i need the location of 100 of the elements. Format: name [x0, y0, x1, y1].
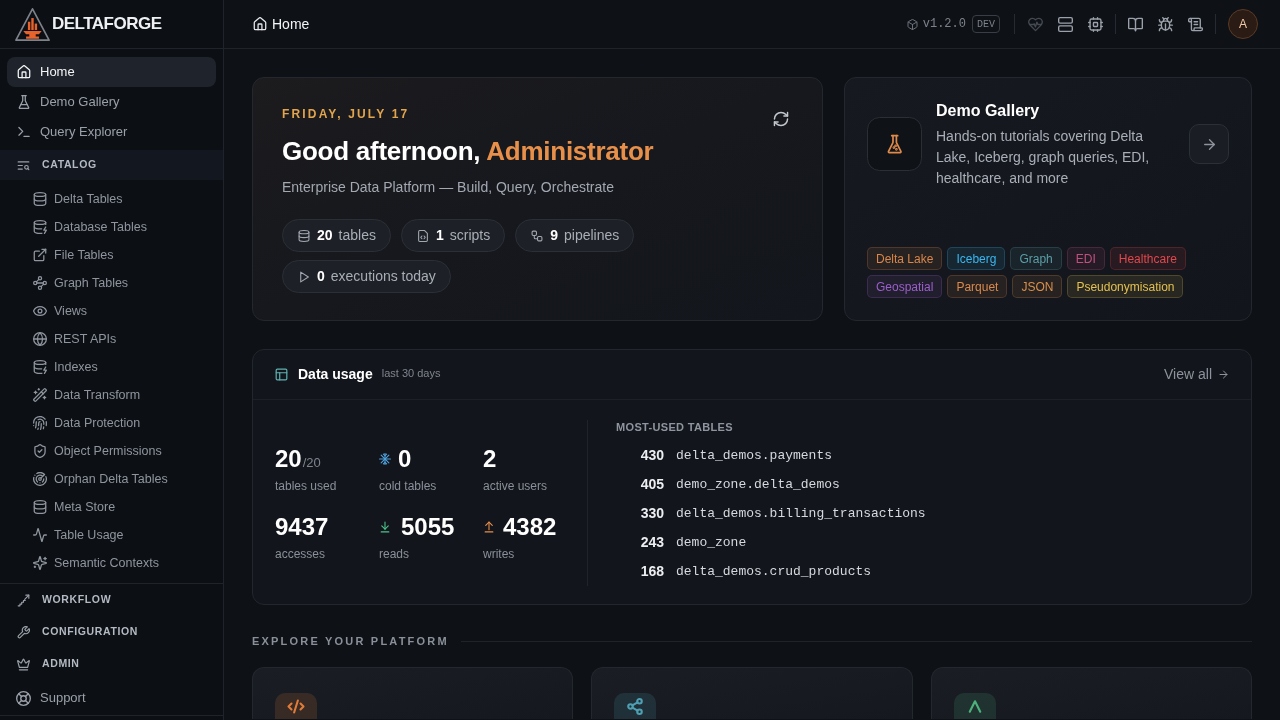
- table-name: delta_demos.payments: [676, 446, 833, 465]
- topic-tag: Graph: [1010, 247, 1062, 270]
- nav-item[interactable]: Orphan Delta Tables: [7, 465, 216, 493]
- topic-tag: Geospatial: [867, 275, 943, 298]
- brand-name: DELTAFORGE: [52, 14, 162, 34]
- home-icon: [17, 65, 31, 79]
- metric-value: 20: [275, 444, 302, 473]
- database-bolt-icon: [33, 220, 47, 234]
- topic-tag: Parquet: [947, 275, 1008, 298]
- stat-label: tables: [338, 226, 376, 245]
- card-title: Demo Gallery: [936, 101, 1041, 121]
- nav-section-header[interactable]: CATALOG: [0, 150, 223, 180]
- arrow-right-icon: [1218, 369, 1229, 380]
- stat-value: 0: [317, 267, 325, 286]
- radar-icon: [33, 472, 47, 486]
- metric-value: 9437: [275, 512, 329, 541]
- share-icon: [614, 693, 657, 719]
- nav-item[interactable]: File Tables: [7, 241, 216, 269]
- nav-item[interactable]: Table Usage: [7, 521, 216, 549]
- cpu-chip-icon: [1087, 16, 1103, 32]
- nav-item[interactable]: Indexes: [7, 353, 216, 381]
- metric-label: tables used: [275, 477, 338, 494]
- metric-value: 5055: [401, 512, 455, 541]
- flask-icon: [17, 95, 31, 109]
- nav-section-header[interactable]: WORKFLOW: [0, 584, 223, 616]
- greeting-heading: Good afternoon, Administrator: [282, 135, 655, 168]
- database-bolt-icon: [33, 360, 47, 374]
- topic-tag: Iceberg: [947, 247, 1006, 270]
- nav-item[interactable]: Semantic Contexts: [7, 549, 216, 577]
- code-file-icon: [416, 229, 429, 242]
- nav-item[interactable]: Meta Store: [7, 493, 216, 521]
- metric-value: 4382: [503, 512, 557, 541]
- stat-value: 9: [550, 226, 558, 245]
- nav-item[interactable]: Database Tables: [7, 213, 216, 241]
- table-name: delta_demos.billing_transactions: [676, 504, 926, 523]
- anvil-logo-icon: [14, 6, 51, 42]
- globe-icon: [33, 332, 47, 346]
- nav-item[interactable]: Views: [7, 297, 216, 325]
- nav-item[interactable]: Object Permissions: [7, 437, 216, 465]
- usage-count: 330: [639, 504, 664, 523]
- card-description: Hands-on tutorials covering Delta Lake, Iceberg, graph queries, EDI, healthcare, and more: [936, 127, 1151, 188]
- home-icon: [253, 17, 267, 31]
- section-heading: EXPLORE YOUR PLATFORM: [252, 634, 449, 648]
- topic-tag: EDI: [1066, 247, 1105, 270]
- snowflake-icon: [379, 452, 391, 465]
- flask-icon: [867, 117, 922, 171]
- bug-icon: [1157, 16, 1173, 32]
- fingerprint-icon: [33, 416, 47, 430]
- eye-icon: [33, 304, 47, 318]
- nav-item[interactable]: Data Transform: [7, 381, 216, 409]
- open-book-icon: [1127, 16, 1143, 32]
- code-icon: [275, 693, 317, 719]
- list-search-icon: [17, 158, 30, 172]
- lifebuoy-icon: [16, 690, 31, 706]
- list-heading: MOST-USED TABLES: [616, 420, 734, 434]
- terminal-prompt-icon: [17, 125, 31, 139]
- topic-tag: Delta Lake: [867, 247, 943, 270]
- panel-layout-icon: [275, 368, 288, 381]
- usage-count: 168: [639, 562, 664, 581]
- breadcrumb-current: Home: [272, 14, 310, 34]
- database-icon: [33, 192, 47, 206]
- nav-item[interactable]: Home: [7, 57, 216, 87]
- usage-count: 243: [639, 533, 664, 552]
- section-title: Data usage: [298, 365, 373, 384]
- user-avatar[interactable]: A: [1228, 9, 1258, 39]
- arrow-up-icon: [483, 520, 495, 533]
- topic-tag: JSON: [1012, 275, 1063, 298]
- nav-item[interactable]: Delta Tables: [7, 185, 216, 213]
- nav-section-header[interactable]: CONFIGURATION: [0, 616, 223, 648]
- topic-tag: Pseudonymisation: [1067, 275, 1184, 298]
- play-icon: [298, 270, 310, 283]
- table-name: demo_zone.delta_demos: [676, 475, 840, 494]
- view-all-link[interactable]: View all: [1164, 364, 1229, 385]
- external-link-icon: [33, 248, 47, 262]
- environment-badge: DEV: [972, 15, 1000, 33]
- metric-label: active users: [483, 477, 549, 494]
- wrench-icon: [17, 625, 30, 639]
- nav-item[interactable]: Demo Gallery: [7, 87, 216, 117]
- nav-item[interactable]: Data Protection: [7, 409, 216, 437]
- chevron-up-icon: [953, 693, 996, 719]
- stat-label: pipelines: [564, 226, 620, 245]
- metric-label: cold tables: [379, 477, 438, 494]
- version-label: v1.2.0: [922, 16, 966, 33]
- stairs-arrow-icon: [17, 593, 30, 607]
- graph-nodes-icon: [33, 276, 47, 290]
- arrow-down-icon: [379, 520, 391, 533]
- nav-item[interactable]: Query Explorer: [7, 117, 216, 147]
- metric-value: 2: [483, 444, 497, 473]
- nav-item[interactable]: REST APIs: [7, 325, 216, 353]
- cube-icon: [906, 18, 918, 30]
- nav-item[interactable]: Graph Tables: [7, 269, 216, 297]
- stat-label: executions today: [330, 267, 436, 286]
- nav-section-header[interactable]: ADMIN: [0, 648, 223, 680]
- nav-item[interactable]: Support: [7, 683, 216, 713]
- stat-value: 20: [317, 226, 333, 245]
- usage-count: 405: [639, 475, 664, 494]
- subtitle: Enterprise Data Platform — Build, Query, Orchestrate: [282, 178, 615, 197]
- period-label: last 30 days: [381, 366, 441, 382]
- pulse-line-icon: [33, 528, 47, 542]
- usage-count: 430: [639, 446, 664, 465]
